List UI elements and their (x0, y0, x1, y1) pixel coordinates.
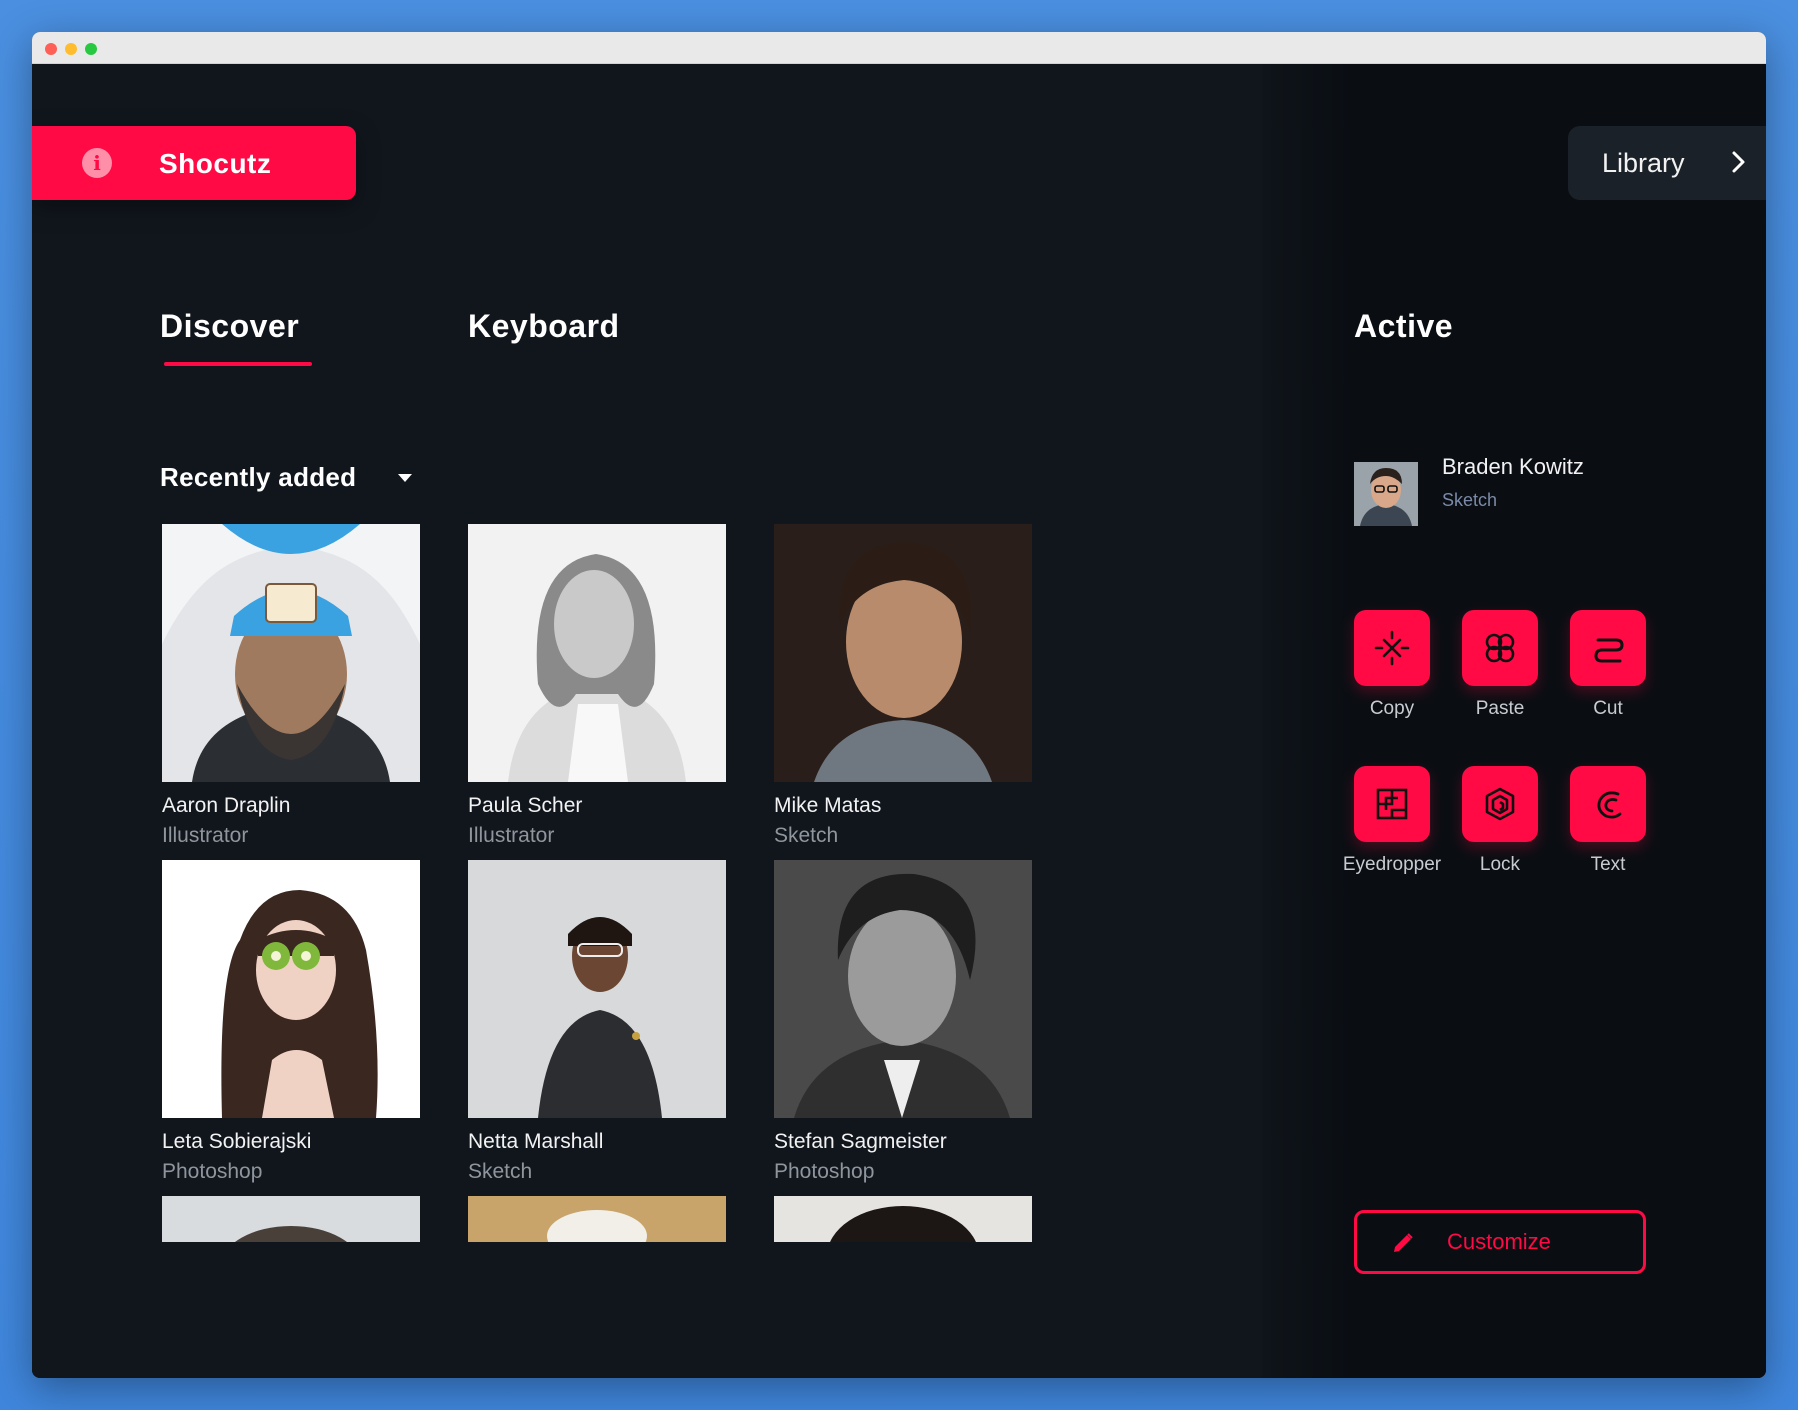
library-label: Library (1602, 148, 1685, 178)
main-content: i Shocutz Library Discover Keyboard Rece… (32, 64, 1766, 1378)
tab-keyboard[interactable]: Keyboard (468, 308, 620, 345)
person-photo (162, 860, 420, 1118)
person-name: Aaron Draplin (162, 794, 291, 817)
action-label: Copy (1369, 698, 1415, 719)
sort-dropdown[interactable]: Recently added (160, 462, 356, 493)
action-label: Paste (1475, 698, 1525, 719)
brand-name: Shocutz (159, 148, 272, 179)
person-name: Paula Scher (468, 794, 583, 817)
person-role: Photoshop (774, 1160, 875, 1183)
person-card[interactable] (162, 1196, 420, 1242)
cut-icon (1594, 638, 1624, 663)
active-user-name: Braden Kowitz (1442, 454, 1584, 479)
action-label: Lock (1479, 854, 1521, 875)
title-bar (32, 32, 1766, 64)
person-photo (468, 524, 726, 782)
lock-button[interactable] (1462, 766, 1538, 842)
person-photo (468, 860, 726, 1118)
person-card[interactable] (774, 1196, 1032, 1242)
cut-button[interactable] (1570, 610, 1646, 686)
person-role: Illustrator (468, 824, 555, 847)
customize-button[interactable]: Customize (1354, 1210, 1646, 1274)
eyedropper-button[interactable] (1354, 766, 1430, 842)
text-button[interactable] (1570, 766, 1646, 842)
info-icon[interactable]: i (82, 148, 112, 178)
person-name: Leta Sobierajski (162, 1130, 312, 1153)
close-window-button[interactable] (45, 43, 57, 55)
action-label: Text (1590, 854, 1626, 875)
person-name: Netta Marshall (468, 1130, 604, 1153)
brand-badge[interactable]: i Shocutz (32, 126, 356, 200)
action-label: Cut (1593, 698, 1623, 719)
copy-button[interactable] (1354, 610, 1430, 686)
person-card[interactable] (468, 1196, 726, 1242)
maximize-window-button[interactable] (85, 43, 97, 55)
person-photo (774, 524, 1032, 782)
paste-icon (1485, 633, 1515, 663)
tab-discover[interactable]: Discover (160, 308, 299, 345)
lock-icon (1485, 787, 1515, 821)
minimize-window-button[interactable] (65, 43, 77, 55)
person-role: Sketch (774, 824, 839, 847)
person-role: Sketch (468, 1160, 533, 1183)
chevron-right-icon (1732, 151, 1745, 173)
avatar (1354, 462, 1418, 526)
paste-button[interactable] (1462, 610, 1538, 686)
person-name: Mike Matas (774, 794, 882, 817)
person-role: Photoshop (162, 1160, 263, 1183)
library-button[interactable]: Library (1568, 126, 1766, 200)
active-title: Active (1354, 308, 1454, 344)
pencil-icon (1394, 1233, 1413, 1252)
active-panel (1262, 64, 1766, 1378)
person-photo (468, 1196, 726, 1242)
person-photo (774, 860, 1032, 1118)
eyedropper-icon (1376, 788, 1408, 820)
person-role: Illustrator (162, 824, 249, 847)
person-photo (162, 1196, 420, 1242)
person-name: Stefan Sagmeister (774, 1130, 947, 1153)
person-photo (774, 1196, 1032, 1242)
customize-label: Customize (1447, 1229, 1551, 1254)
action-label: Eyedropper (1342, 854, 1442, 875)
copy-icon (1374, 630, 1410, 666)
caret-down-icon[interactable] (398, 474, 412, 482)
active-user-tool: Sketch (1442, 490, 1498, 510)
person-photo (162, 524, 420, 782)
active-tab-indicator (164, 362, 312, 366)
app-window: i Shocutz Library Discover Keyboard Rece… (32, 32, 1766, 1378)
text-icon (1597, 791, 1622, 819)
